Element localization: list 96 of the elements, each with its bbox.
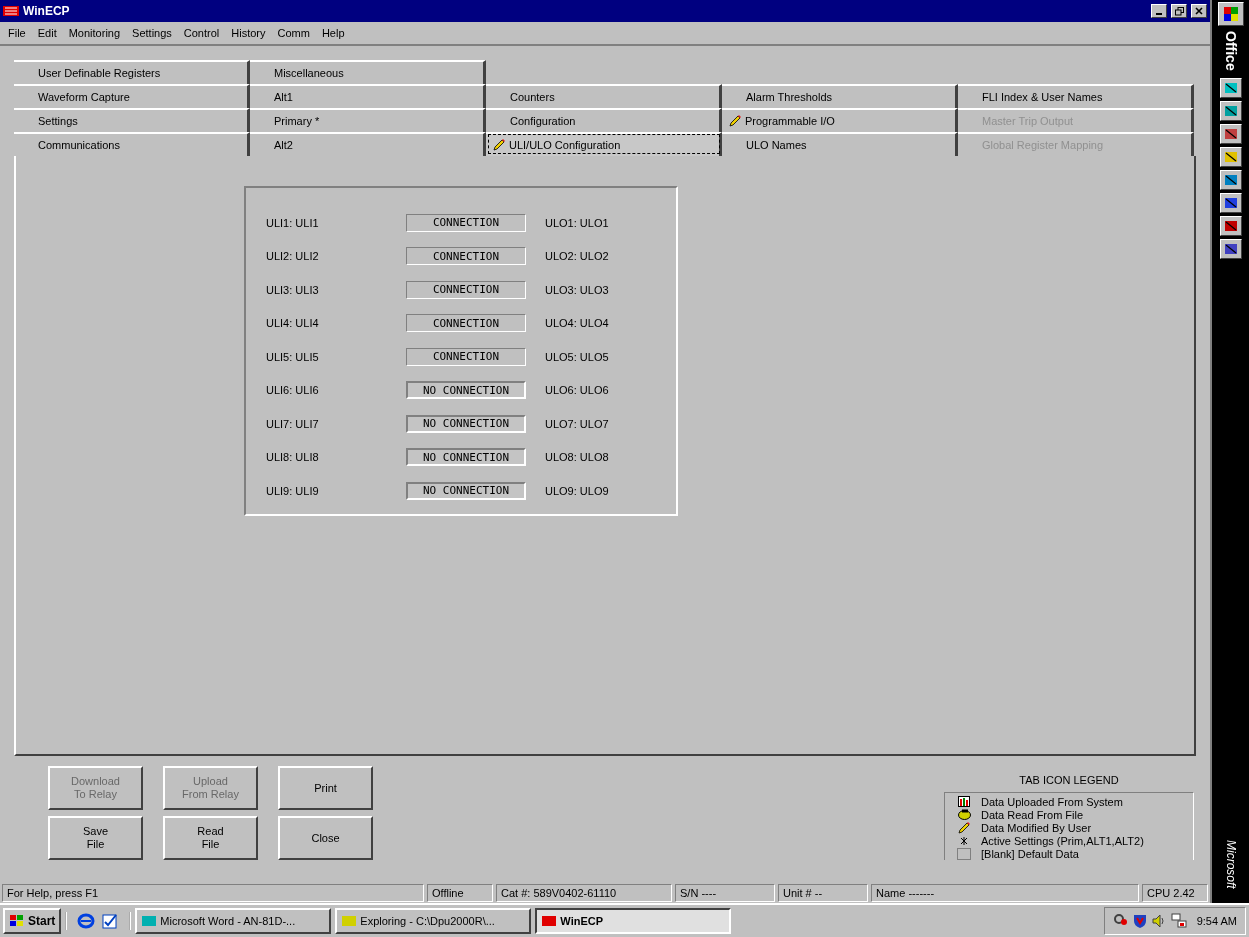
tab[interactable]: Primary * — [250, 108, 486, 132]
input-label: ULI4: ULI4 — [266, 317, 319, 330]
status-field: Name ------- — [871, 884, 1139, 902]
window-title: WinECP — [23, 4, 71, 18]
close-icon — [1195, 7, 1203, 15]
app-icon — [141, 914, 158, 928]
office-logo-button[interactable] — [1217, 2, 1244, 26]
start-button[interactable]: Start — [3, 908, 62, 934]
taskbar-button[interactable]: Microsoft Word - AN-81D-... — [135, 908, 332, 934]
menu-item[interactable]: Settings — [128, 26, 176, 40]
input-label: ULI2: ULI2 — [266, 250, 319, 263]
tab[interactable]: Configuration — [486, 108, 722, 132]
menu-item[interactable]: Help — [317, 26, 349, 40]
input-label: ULI5: ULI5 — [266, 350, 319, 363]
tab[interactable]: ULI/ULO Configuration — [486, 132, 722, 156]
pencil-icon — [957, 820, 971, 835]
status-field: Offline — [427, 884, 493, 902]
status-field: CPU 2.42 — [1142, 884, 1208, 902]
input-label: ULI3: ULI3 — [266, 283, 319, 296]
legend-label: Data Modified By User — [981, 821, 1092, 834]
legend-label: Data Read From File — [981, 808, 1084, 821]
tab[interactable]: Counters — [486, 84, 722, 108]
connection-status: CONNECTION — [406, 213, 526, 232]
speaker-icon[interactable] — [1150, 913, 1167, 929]
output-label: ULO2: ULO2 — [545, 250, 609, 263]
restore-icon — [1174, 6, 1184, 16]
output-label: ULO3: ULO3 — [545, 283, 609, 296]
tab[interactable]: Miscellaneous — [250, 60, 486, 84]
action-button[interactable]: Close — [278, 816, 373, 860]
output-label: ULO7: ULO7 — [545, 417, 609, 430]
output-label: ULO8: ULO8 — [545, 451, 609, 464]
connection-status: CONNECTION — [406, 247, 526, 266]
tab[interactable]: Programmable I/O — [722, 108, 958, 132]
app-icon — [541, 914, 558, 928]
app-logo-icon — [3, 6, 19, 16]
input-label: ULI7: ULI7 — [266, 417, 319, 430]
checklist-icon[interactable] — [101, 912, 120, 930]
tab[interactable]: User Definable Registers — [14, 60, 250, 84]
output-label: ULO4: ULO4 — [545, 317, 609, 330]
input-label: ULI1: ULI1 — [266, 216, 319, 229]
close-button[interactable] — [1191, 4, 1207, 18]
output-label: ULO6: ULO6 — [545, 384, 609, 397]
tab[interactable]: ULO Names — [722, 132, 958, 156]
output-label: ULO9: ULO9 — [545, 484, 609, 497]
status-field: For Help, press F1 — [2, 884, 424, 902]
connection-status: NO CONNECTION — [406, 381, 526, 400]
taskbar-button[interactable]: WinECP — [535, 908, 732, 934]
office-label: Office — [1222, 31, 1239, 71]
tab[interactable]: Alarm Thresholds — [722, 84, 958, 108]
connection-status: NO CONNECTION — [406, 448, 526, 467]
connection-status: CONNECTION — [406, 314, 526, 333]
input-label: ULI6: ULI6 — [266, 384, 319, 397]
action-button[interactable]: Save File — [48, 816, 143, 860]
shield-icon[interactable] — [1132, 913, 1147, 929]
input-label: ULI8: ULI8 — [266, 451, 319, 464]
computer-icon[interactable] — [1170, 913, 1187, 929]
windows-logo-icon — [9, 914, 25, 928]
tab[interactable]: Settings — [14, 108, 250, 132]
status-field: Unit # -- — [778, 884, 868, 902]
output-label: ULO1: ULO1 — [545, 216, 609, 229]
tab[interactable]: FLI Index & User Names — [958, 84, 1194, 108]
legend-title: TAB ICON LEGEND — [1019, 773, 1119, 788]
status-field: S/N ---- — [675, 884, 775, 902]
action-button[interactable]: Print — [278, 766, 373, 810]
input-label: ULI9: ULI9 — [266, 484, 319, 497]
tab[interactable]: Alt1 — [250, 84, 486, 108]
tab[interactable]: Waveform Capture — [14, 84, 250, 108]
minimize-button[interactable] — [1151, 4, 1167, 18]
menu-item[interactable]: Comm — [273, 26, 314, 40]
connection-status: CONNECTION — [406, 347, 526, 366]
connection-status: NO CONNECTION — [406, 414, 526, 433]
tab[interactable]: Communications — [14, 132, 250, 156]
legend-label: Active Settings (Prim,ALT1,ALT2) — [981, 834, 1144, 847]
legend-label: Data Uploaded From System — [981, 795, 1123, 808]
status-field: Cat #: 589V0402-61110 — [496, 884, 672, 902]
connection-status: NO CONNECTION — [406, 481, 526, 500]
menu-item[interactable]: Monitoring — [64, 26, 125, 40]
menu-item[interactable]: File — [4, 26, 30, 40]
output-label: ULO5: ULO5 — [545, 350, 609, 363]
menu-item[interactable]: Edit — [33, 26, 61, 40]
restore-button[interactable] — [1171, 4, 1187, 18]
blank-box-icon — [957, 847, 971, 860]
connection-status: CONNECTION — [406, 280, 526, 299]
menu-item[interactable]: History — [227, 26, 270, 40]
legend-label: [Blank] Default Data — [981, 847, 1079, 860]
pencil-icon — [492, 138, 506, 152]
office-logo-icon — [1222, 6, 1239, 22]
taskbar-button[interactable]: Exploring - C:\Dpu2000R\... — [335, 908, 532, 934]
action-button[interactable]: Read File — [163, 816, 258, 860]
tab[interactable]: Alt2 — [250, 132, 486, 156]
pencil-icon — [728, 114, 742, 128]
app-icon — [341, 914, 358, 928]
clock: 9:54 AM — [1196, 915, 1237, 927]
menu-item[interactable]: Control — [179, 26, 224, 40]
asterisk-icon — [960, 836, 968, 845]
brand-label: Microsoft — [1223, 840, 1238, 889]
